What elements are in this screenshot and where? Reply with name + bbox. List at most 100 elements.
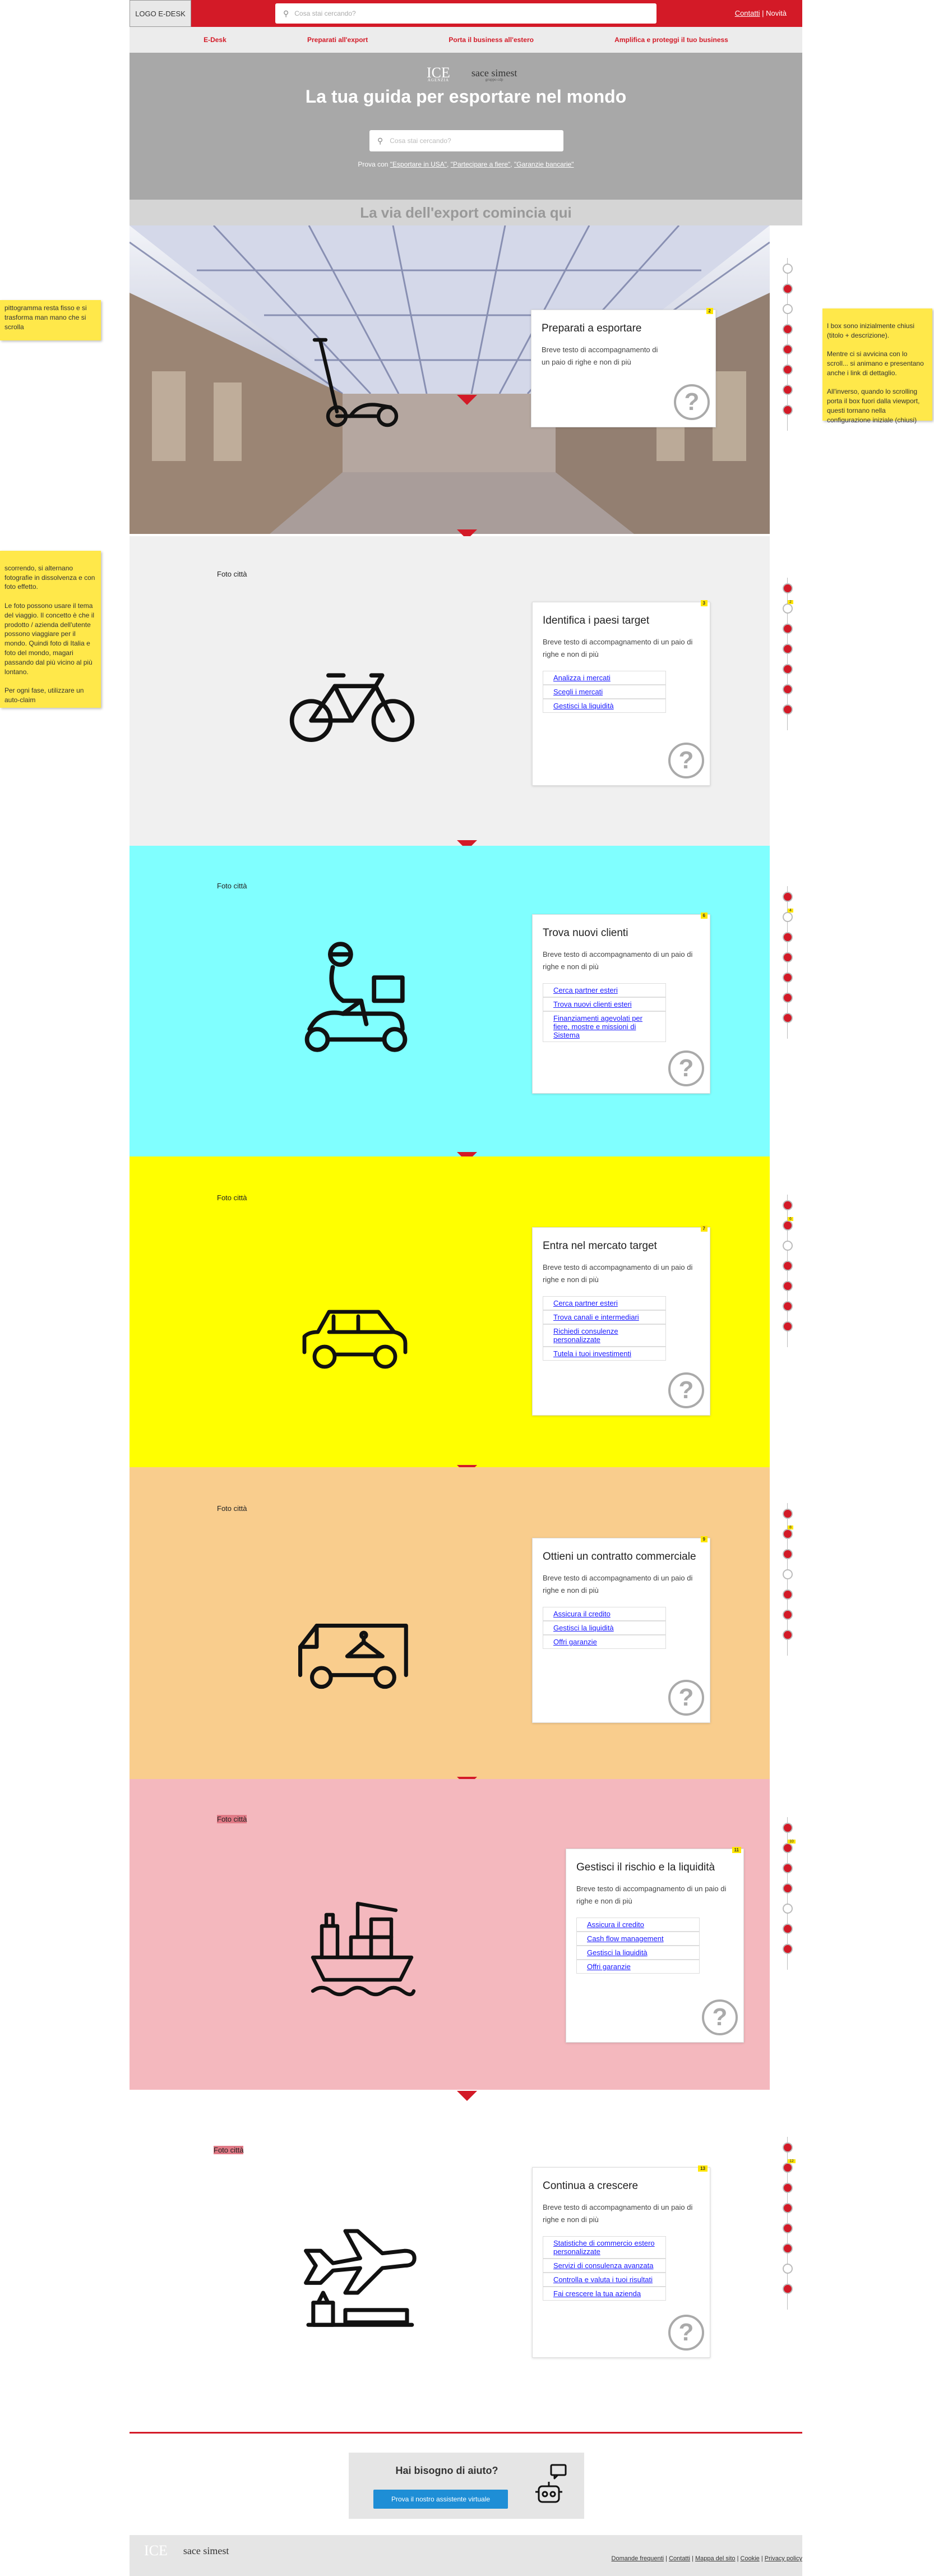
timeline-dot[interactable] <box>783 1013 793 1023</box>
step-card-1[interactable]: 2 Preparati a esportare Breve testo di a… <box>531 308 716 427</box>
timeline-dot[interactable] <box>783 385 793 395</box>
contacts-link[interactable]: Contatti <box>735 9 760 17</box>
timeline-dot[interactable] <box>783 284 793 294</box>
hint-link-usa[interactable]: "Esportare in USA" <box>390 160 447 168</box>
timeline-dot[interactable] <box>783 1823 793 1833</box>
timeline-dot[interactable] <box>783 644 793 654</box>
timeline-dot[interactable] <box>783 1549 793 1559</box>
timeline-dot[interactable] <box>783 1630 793 1640</box>
timeline-dot[interactable] <box>783 1261 793 1271</box>
timeline-dot[interactable] <box>783 2264 793 2274</box>
timeline-dot[interactable] <box>783 365 793 375</box>
timeline-dot[interactable] <box>783 1843 793 1853</box>
step-link[interactable]: Cerca partner esteri <box>543 983 666 998</box>
hint-link-garanzie[interactable]: "Garanzie bancarie" <box>514 160 574 168</box>
timeline-dot[interactable] <box>783 405 793 415</box>
step-link[interactable]: Offri garanzie <box>576 1960 700 1974</box>
timeline-dot[interactable] <box>783 264 793 274</box>
step-card-7[interactable]: 13 Continua a crescere Breve testo di ac… <box>532 2165 710 2358</box>
step-link[interactable]: Assicura il credito <box>576 1918 700 1932</box>
timeline-dot[interactable] <box>783 932 793 942</box>
timeline-dot[interactable] <box>783 2163 793 2173</box>
timeline-dot[interactable] <box>783 1200 793 1210</box>
timeline-dot[interactable] <box>783 1589 793 1600</box>
timeline-dot[interactable] <box>783 1220 793 1231</box>
top-search-input[interactable]: ⚲ Cosa stai cercando? <box>275 3 656 24</box>
timeline-dot[interactable] <box>783 2223 793 2233</box>
step-card-2[interactable]: 3 Identifica i paesi target Breve testo … <box>532 600 710 786</box>
timeline-dot[interactable] <box>783 1301 793 1311</box>
timeline-dot[interactable] <box>783 952 793 962</box>
timeline-dot[interactable] <box>783 684 793 694</box>
timeline-dot[interactable] <box>783 1529 793 1539</box>
timeline-dot[interactable] <box>783 2284 793 2294</box>
nav-item-amplifica[interactable]: Amplifica e proteggi il tuo business <box>614 36 728 44</box>
step-link[interactable]: Cash flow management <box>576 1932 700 1946</box>
timeline-dot[interactable] <box>783 1924 793 1934</box>
nav-item-e-desk[interactable]: E-Desk <box>204 36 226 44</box>
step-link[interactable]: Statistiche di commercio estero personal… <box>543 2236 666 2259</box>
nav-item-porta-business[interactable]: Porta il business all'estero <box>448 36 534 44</box>
step-card-6[interactable]: 11 Gestisci il rischio e la liquidità Br… <box>566 1847 744 2043</box>
timeline-dot[interactable] <box>783 2203 793 2213</box>
timeline-dot[interactable] <box>783 912 793 922</box>
footer-link[interactable]: Domande frequenti <box>612 2555 664 2562</box>
timeline-dot[interactable] <box>783 664 793 674</box>
step-card-4[interactable]: 7 Entra nel mercato target Breve testo d… <box>532 1225 710 1416</box>
virtual-assistant-button[interactable]: Prova il nostro assistente virtuale <box>373 2490 508 2509</box>
timeline-dot[interactable] <box>783 583 793 593</box>
timeline-dot[interactable] <box>783 892 793 902</box>
step-link[interactable]: Trova nuovi clienti esteri <box>543 997 666 1012</box>
timeline-dot[interactable] <box>783 603 793 614</box>
footer-link[interactable]: Cookie <box>741 2555 760 2562</box>
footer-link[interactable]: Privacy policy <box>765 2555 802 2562</box>
question-icon[interactable]: ? <box>668 1050 704 1086</box>
step-link[interactable]: Offri garanzie <box>543 1635 666 1649</box>
step-link[interactable]: Analizza i mercati <box>543 671 666 685</box>
timeline-dot[interactable] <box>783 2243 793 2254</box>
step-link[interactable]: Controlla e valuta i tuoi risultati <box>543 2273 666 2287</box>
timeline-dot[interactable] <box>783 704 793 715</box>
footer-link[interactable]: Contatti <box>669 2555 690 2562</box>
timeline-dot[interactable] <box>783 304 793 314</box>
timeline-dot[interactable] <box>783 344 793 354</box>
timeline-dot[interactable] <box>783 1904 793 1914</box>
step-card-5[interactable]: 9 Ottieni un contratto commerciale Breve… <box>532 1536 710 1723</box>
timeline-dot[interactable] <box>783 1610 793 1620</box>
e-desk-logo[interactable]: LOGO E-DESK <box>130 0 191 27</box>
step-card-3[interactable]: 6 Trova nuovi clienti Breve testo di acc… <box>532 913 710 1094</box>
timeline-dot[interactable] <box>783 1241 793 1251</box>
timeline-dot[interactable] <box>783 993 793 1003</box>
question-icon[interactable]: ? <box>668 1372 704 1408</box>
news-link[interactable]: Novità <box>766 9 787 17</box>
step-link[interactable]: Trova canali e intermediari <box>543 1310 666 1325</box>
timeline-dot[interactable] <box>783 1883 793 1893</box>
step-link[interactable]: Finanziamenti agevolati per fiere, mostr… <box>543 1011 666 1043</box>
timeline-dot[interactable] <box>783 1509 793 1519</box>
chatbot-icon[interactable] <box>534 2464 568 2509</box>
step-link[interactable]: Richiedi consulenze personalizzate <box>543 1324 666 1347</box>
timeline-dot[interactable] <box>783 2142 793 2153</box>
hero-search-input[interactable]: ⚲ Cosa stai cercando? <box>369 130 563 151</box>
timeline-dot[interactable] <box>783 1863 793 1873</box>
step-link[interactable]: Fai crescere la tua azienda <box>543 2287 666 2301</box>
step-link[interactable]: Cerca partner esteri <box>543 1296 666 1311</box>
timeline-dot[interactable] <box>783 324 793 334</box>
question-icon[interactable]: ? <box>668 2315 704 2351</box>
timeline-dot[interactable] <box>783 624 793 634</box>
step-link[interactable]: Assicura il credito <box>543 1607 666 1621</box>
timeline-dot[interactable] <box>783 1321 793 1331</box>
step-link[interactable]: Gestisci la liquidità <box>543 699 666 713</box>
timeline-dot[interactable] <box>783 1569 793 1579</box>
question-icon[interactable]: ? <box>668 743 704 778</box>
timeline-dot[interactable] <box>783 973 793 983</box>
timeline-dot[interactable] <box>783 1281 793 1291</box>
hint-link-fiere[interactable]: "Partecipare a fiere" <box>451 160 511 168</box>
question-icon[interactable]: ? <box>668 1680 704 1716</box>
nav-item-preparati[interactable]: Preparati all'export <box>307 36 368 44</box>
step-link[interactable]: Scegli i mercati <box>543 685 666 699</box>
footer-link[interactable]: Mappa del sito <box>695 2555 736 2562</box>
step-link[interactable]: Tutela i tuoi investimenti <box>543 1347 666 1361</box>
question-icon[interactable]: ? <box>702 1999 738 2035</box>
timeline-dot[interactable] <box>783 1944 793 1954</box>
